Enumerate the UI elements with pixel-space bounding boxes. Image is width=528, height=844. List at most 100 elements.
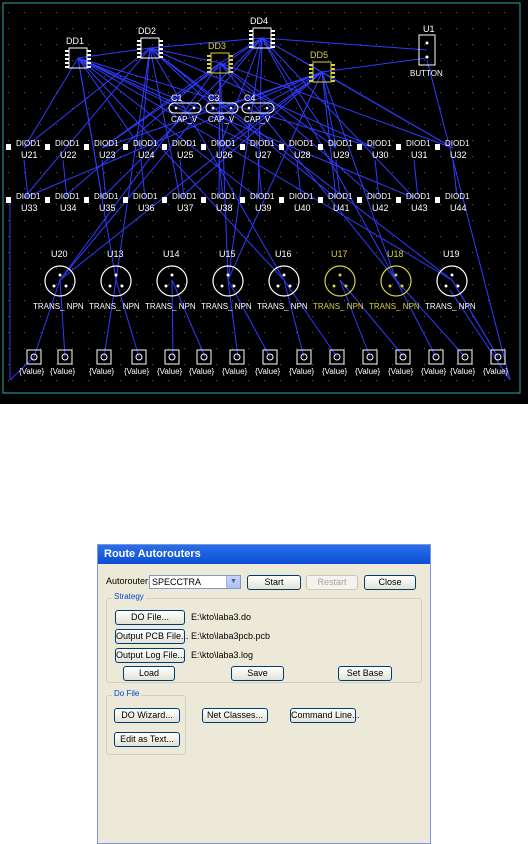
value-pad[interactable]: {Value}	[222, 349, 248, 376]
value-pad[interactable]: {Value}	[388, 349, 414, 376]
transistor-u14[interactable]: U14 TRANS_ NPN	[145, 249, 196, 311]
transistor-u16[interactable]: U16 TRANS_ NPN	[257, 249, 308, 311]
diode-u22[interactable]: DIOD1 U22	[45, 139, 80, 160]
diode-value-label: DIOD1	[55, 192, 80, 201]
autorouter-select[interactable]: SPECCTRA ▼	[149, 575, 241, 589]
do-file-button[interactable]: DO File...	[115, 610, 185, 625]
autorouter-label: Autorouter:	[106, 576, 151, 586]
transistor-value-label: TRANS_ NPN	[89, 302, 140, 311]
save-button[interactable]: Save	[231, 666, 284, 681]
value-pad-label: {Value}	[355, 367, 381, 376]
transistor-value-label: TRANS_ NPN	[201, 302, 252, 311]
diode-ref-label: U34	[60, 203, 77, 213]
value-pad-label: {Value}	[255, 367, 281, 376]
load-button[interactable]: Load	[123, 666, 175, 681]
diode-u43[interactable]: DIOD1 U43	[396, 192, 431, 213]
restart-button[interactable]: Restart	[306, 575, 358, 590]
diode-u33[interactable]: DIOD1 U33	[6, 192, 41, 213]
transistor-u15[interactable]: U15 TRANS_ NPN	[201, 249, 252, 311]
transistor-ref-label: U20	[51, 249, 68, 259]
ic-dd5[interactable]: DD5	[309, 50, 335, 83]
value-pad[interactable]: {Value}	[189, 349, 215, 376]
trace-line	[227, 279, 271, 358]
diode-u31[interactable]: DIOD1 U31	[396, 139, 431, 160]
diode-value-label: DIOD1	[94, 139, 119, 148]
diode-u38[interactable]: DIOD1 U38	[201, 192, 236, 213]
diode-value-label: DIOD1	[445, 192, 470, 201]
ic-dd1[interactable]: DD1	[65, 36, 91, 69]
value-pad-label: {Value}	[388, 367, 414, 376]
diode-ref-label: U38	[216, 203, 233, 213]
command-line-button[interactable]: Command Line...	[290, 708, 360, 723]
ic-ref-label: DD4	[250, 16, 268, 26]
value-pad[interactable]: {Value}	[19, 349, 45, 376]
edit-as-text-button[interactable]: Edit as Text...	[114, 732, 180, 747]
trace-line	[261, 37, 428, 51]
trace-line	[171, 279, 174, 358]
ic-ref-label: DD3	[208, 41, 226, 51]
strategy-group-title: Strategy	[112, 592, 146, 601]
value-pad[interactable]: {Value}	[89, 349, 115, 376]
value-pad-label: {Value}	[89, 367, 115, 376]
value-pad[interactable]: {Value}	[124, 349, 150, 376]
diode-u34[interactable]: DIOD1 U34	[45, 192, 80, 213]
cap-value-label: CAP_V	[208, 115, 235, 124]
diode-u41[interactable]: DIOD1 U41	[318, 192, 353, 213]
trace-line	[227, 279, 239, 358]
diode-u40[interactable]: DIOD1 U40	[279, 192, 314, 213]
close-button[interactable]: Close	[364, 575, 416, 590]
diode-u23[interactable]: DIOD1 U23	[84, 139, 119, 160]
diode-value-label: DIOD1	[55, 139, 80, 148]
diode-ref-label: U28	[294, 150, 311, 160]
button-ref-label: U1	[423, 24, 435, 34]
transistor-u18[interactable]: U18 TRANS_ NPN	[369, 249, 420, 311]
pcb-layout-view[interactable]: DD1 DD2 DD3 DD4 DD5 U1 BUTTON C1 CAP_V C3 CAP_V C4 C…	[0, 0, 528, 404]
value-pad[interactable]: {Value}	[157, 349, 183, 376]
do-file-group-title: Do File	[112, 689, 142, 698]
diode-ref-label: U26	[216, 150, 233, 160]
transistor-ref-label: U18	[387, 249, 404, 259]
chevron-down-icon[interactable]: ▼	[226, 576, 240, 588]
trace-line	[218, 71, 323, 149]
value-pad-label: {Value}	[289, 367, 315, 376]
diode-u25[interactable]: DIOD1 U25	[162, 139, 197, 160]
capacitor-c4[interactable]: C4 CAP_V	[241, 93, 275, 124]
pcb-canvas[interactable]: DD1DD2DD3DD4DD5U1BUTTONC1CAP_VC3CAP_VC4C…	[0, 0, 528, 404]
output-log-file-button[interactable]: Output Log File...	[115, 648, 185, 663]
diode-u44[interactable]: DIOD1 U44	[435, 192, 470, 213]
transistor-value-label: TRANS_ NPN	[369, 302, 420, 311]
value-pad[interactable]: {Value}	[421, 349, 447, 376]
diode-ref-label: U39	[255, 203, 272, 213]
diode-ref-label: U25	[177, 150, 194, 160]
start-button[interactable]: Start	[247, 575, 301, 590]
net-classes-button[interactable]: Net Classes...	[202, 708, 268, 723]
value-pad[interactable]: {Value}	[289, 349, 315, 376]
output-log-file-path: E:\kto\laba3.log	[191, 650, 254, 660]
diode-u26[interactable]: DIOD1 U26	[201, 139, 236, 160]
trace-line	[149, 47, 453, 281]
diode-ref-label: U23	[99, 150, 116, 160]
diode-value-label: DIOD1	[328, 192, 353, 201]
diode-ref-label: U42	[372, 203, 389, 213]
value-pad[interactable]: {Value}	[50, 349, 76, 376]
diode-u35[interactable]: DIOD1 U35	[84, 192, 119, 213]
dialog-title[interactable]: Route Autorouters	[98, 545, 430, 564]
cap-value-label: CAP_V	[244, 115, 271, 124]
ic-ref-label: DD2	[138, 26, 156, 36]
diode-ref-label: U29	[333, 150, 350, 160]
value-pad-label: {Value}	[124, 367, 150, 376]
output-pcb-file-button[interactable]: Output PCB File...	[115, 629, 189, 644]
diode-ref-label: U32	[450, 150, 467, 160]
diode-u21[interactable]: DIOD1 U21	[6, 139, 41, 160]
diode-ref-label: U36	[138, 203, 155, 213]
button-u1[interactable]: U1 BUTTON	[410, 24, 443, 78]
value-pad[interactable]: {Value}	[355, 349, 381, 376]
do-wizard-button[interactable]: DO Wizard...	[114, 708, 180, 723]
diode-u39[interactable]: DIOD1 U39	[240, 192, 275, 213]
set-base-button[interactable]: Set Base	[338, 666, 392, 681]
transistor-u17[interactable]: U17 TRANS_ NPN	[313, 249, 364, 311]
diode-value-label: DIOD1	[367, 139, 392, 148]
diode-u42[interactable]: DIOD1 U42	[357, 192, 392, 213]
transistor-u13[interactable]: U13 TRANS_ NPN	[89, 249, 140, 311]
transistor-u19[interactable]: U19 TRANS_ NPN	[425, 249, 476, 311]
